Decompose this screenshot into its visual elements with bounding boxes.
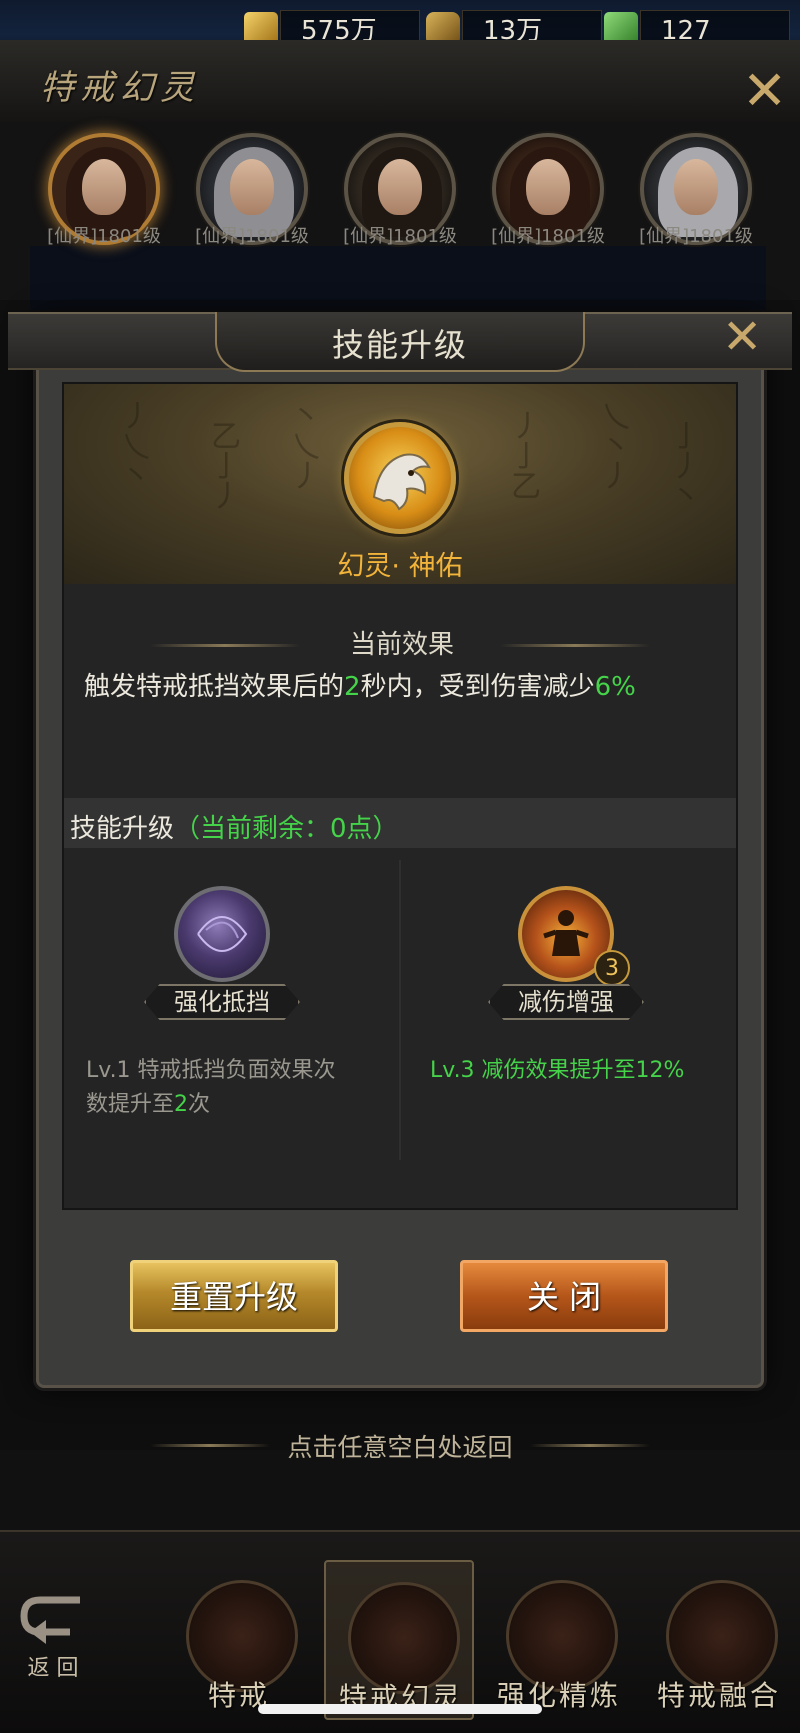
effect-duration: 2	[344, 672, 361, 702]
node-description: Lv.3 减伤效果提升至12%	[430, 1058, 685, 1083]
node-name-plate: 强化抵挡	[144, 984, 300, 1020]
hero-face	[82, 159, 126, 215]
hero-label: [仙界]1801级	[639, 226, 753, 247]
effect-reduction: 6%	[594, 672, 636, 702]
node-description: Lv.1 特戒抵挡负面效果次 数提升至2次	[86, 1054, 386, 1122]
calligraphy-decoration: 丶乀丿	[285, 400, 320, 490]
hero-label: [仙界]1801级	[491, 226, 605, 247]
current-effect-text: 触发特戒抵挡效果后的2秒内，受到伤害减少6%	[84, 666, 636, 703]
swirl-icon	[197, 916, 248, 952]
tap-to-return-hint: 点击任意空白处返回	[287, 1433, 513, 1462]
remaining-points: （当前剩余：0点）	[174, 814, 399, 844]
page-close-icon[interactable]: ✕	[742, 64, 787, 118]
nav-item-ring-spirit[interactable]: 特戒幻灵	[324, 1560, 474, 1720]
calligraphy-decoration: 乀丶丿	[595, 400, 630, 490]
skill-icon	[344, 422, 456, 534]
hero-face	[526, 159, 570, 215]
calligraphy-decoration: 丿乀丶	[115, 400, 150, 490]
back-button[interactable]: 返 回	[10, 1590, 96, 1700]
section-deco-left	[150, 644, 300, 647]
node-divider	[399, 860, 401, 1160]
skill-name: 幻灵· 神佑	[337, 551, 463, 582]
node-level-badge: 3	[594, 950, 630, 986]
upgrade-label: 技能升级（当前剩余：0点）	[70, 808, 399, 845]
dialog-close-icon[interactable]: ✕	[722, 310, 762, 364]
node-desc-line: Lv.1 特戒抵挡负面效果次	[86, 1058, 336, 1083]
section-deco-right	[500, 644, 650, 647]
hero-label: [仙界]1801级	[195, 226, 309, 247]
page-title: 特戒幻灵	[40, 68, 200, 108]
nav-item-ring[interactable]: 特戒	[164, 1560, 314, 1720]
enhance-block-node[interactable]	[174, 886, 270, 982]
hero-face	[674, 159, 718, 215]
node-name-plate: 减伤增强	[488, 984, 644, 1020]
nav-label: 特戒融合	[656, 1679, 781, 1712]
effect-text-part: 秒内，受到伤害减少	[360, 672, 595, 702]
effect-text-part: 触发特戒抵挡效果后的	[84, 672, 345, 702]
dialog-title: 技能升级	[331, 326, 468, 364]
back-label: 返 回	[27, 1656, 79, 1681]
node-desc-text: 数提升至	[86, 1092, 175, 1117]
node-desc-number: 2	[174, 1092, 189, 1117]
calligraphy-decoration: 亅丿丶	[665, 420, 700, 510]
calligraphy-decoration: 丿亅乙	[505, 410, 540, 500]
current-effect-title: 当前效果	[350, 630, 455, 660]
nav-item-refine[interactable]: 强化精炼	[484, 1560, 634, 1720]
home-indicator[interactable]	[258, 1704, 542, 1714]
close-button[interactable]: 关 闭	[460, 1260, 668, 1332]
dragon-icon	[372, 453, 431, 511]
hero-face	[230, 159, 274, 215]
calligraphy-decoration: 乙亅丿	[205, 420, 240, 510]
reset-upgrade-button[interactable]: 重置升级	[130, 1260, 338, 1332]
upgrade-title: 技能升级	[70, 814, 175, 844]
nav-item-fusion[interactable]: 特戒融合	[644, 1560, 794, 1720]
hero-label: [仙界]1801级	[343, 226, 457, 247]
node-desc-line: 数提升至2次	[86, 1088, 386, 1122]
back-arrow-icon	[20, 1596, 80, 1644]
hero-label: [仙界]1801级	[47, 226, 161, 247]
node-desc-text: 次	[188, 1092, 211, 1117]
hero-face	[378, 159, 422, 215]
